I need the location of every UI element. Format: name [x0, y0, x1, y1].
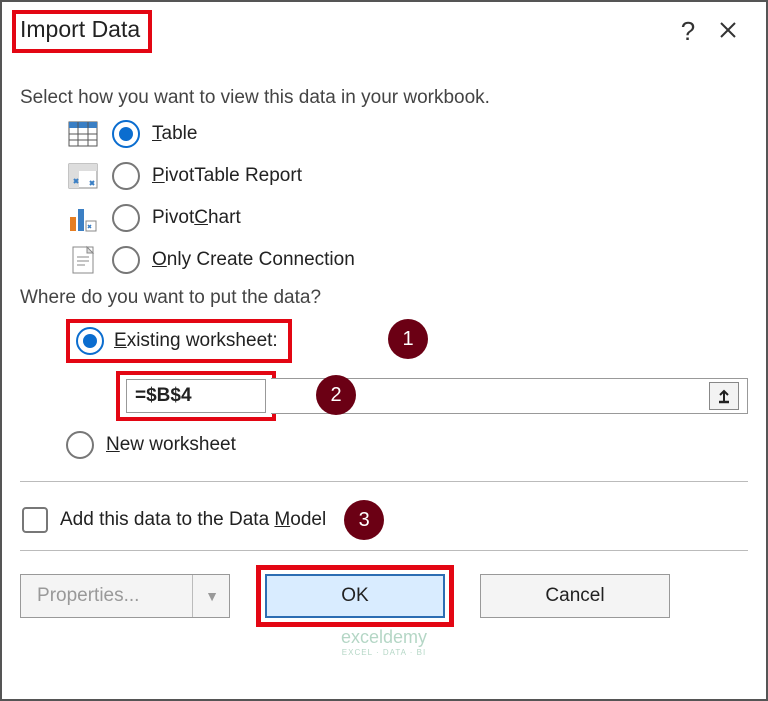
option-only-connection[interactable]: Only Create Connection [66, 245, 748, 275]
option-new-worksheet[interactable]: New worksheet [66, 431, 748, 459]
label-table: Table [152, 123, 197, 145]
option-existing-worksheet[interactable]: Existing worksheet: 1 [66, 319, 748, 363]
dialog-title: Import Data [12, 10, 152, 53]
step-badge-3: 3 [344, 500, 384, 540]
label-existing: Existing worksheet: [114, 330, 278, 352]
properties-label: Properties... [37, 585, 139, 607]
view-section-label: Select how you want to view this data in… [20, 87, 748, 109]
label-pivottable: PivotTable Report [152, 165, 302, 187]
label-pivotchart: PivotChart [152, 207, 241, 229]
close-button[interactable] [708, 16, 748, 47]
range-input[interactable] [126, 379, 266, 413]
dialog-body: Select how you want to view this data in… [2, 63, 766, 551]
connection-icon [66, 245, 100, 275]
radio-pivottable[interactable] [112, 162, 140, 190]
label-only-connection: Only Create Connection [152, 249, 355, 271]
chevron-down-icon: ▼ [192, 575, 219, 617]
dialog-buttons: Properties... ▼ OK Cancel [2, 565, 766, 645]
add-to-data-model-row[interactable]: Add this data to the Data Model 3 [22, 500, 748, 540]
option-pivottable[interactable]: PivotTable Report [66, 161, 748, 191]
ok-button[interactable]: OK [265, 574, 445, 618]
checkbox-data-model[interactable] [22, 507, 48, 533]
put-section-label: Where do you want to put the data? [20, 287, 748, 309]
radio-new-worksheet[interactable] [66, 431, 94, 459]
radio-table[interactable] [112, 120, 140, 148]
dialog-titlebar: Import Data ? [2, 2, 766, 63]
properties-button[interactable]: Properties... ▼ [20, 574, 230, 618]
collapse-dialog-button[interactable] [709, 382, 739, 410]
radio-pivotchart[interactable] [112, 204, 140, 232]
option-pivotchart[interactable]: PivotChart [66, 203, 748, 233]
ok-button-highlight: OK [256, 565, 454, 627]
range-input-row: 2 [116, 371, 748, 421]
pivottable-icon [66, 161, 100, 191]
label-new-worksheet: New worksheet [106, 434, 236, 456]
cancel-button[interactable]: Cancel [480, 574, 670, 618]
divider [20, 481, 748, 482]
close-icon [718, 20, 738, 40]
collapse-icon [715, 387, 733, 405]
table-icon [66, 119, 100, 149]
label-data-model: Add this data to the Data Model [60, 509, 326, 531]
step-badge-1: 1 [388, 319, 428, 359]
step-badge-2: 2 [316, 375, 356, 415]
radio-only-connection[interactable] [112, 246, 140, 274]
radio-existing[interactable] [76, 327, 104, 355]
option-table[interactable]: Table [66, 119, 748, 149]
divider-2 [20, 550, 748, 551]
pivotchart-icon [66, 203, 100, 233]
help-button[interactable]: ? [668, 16, 708, 47]
